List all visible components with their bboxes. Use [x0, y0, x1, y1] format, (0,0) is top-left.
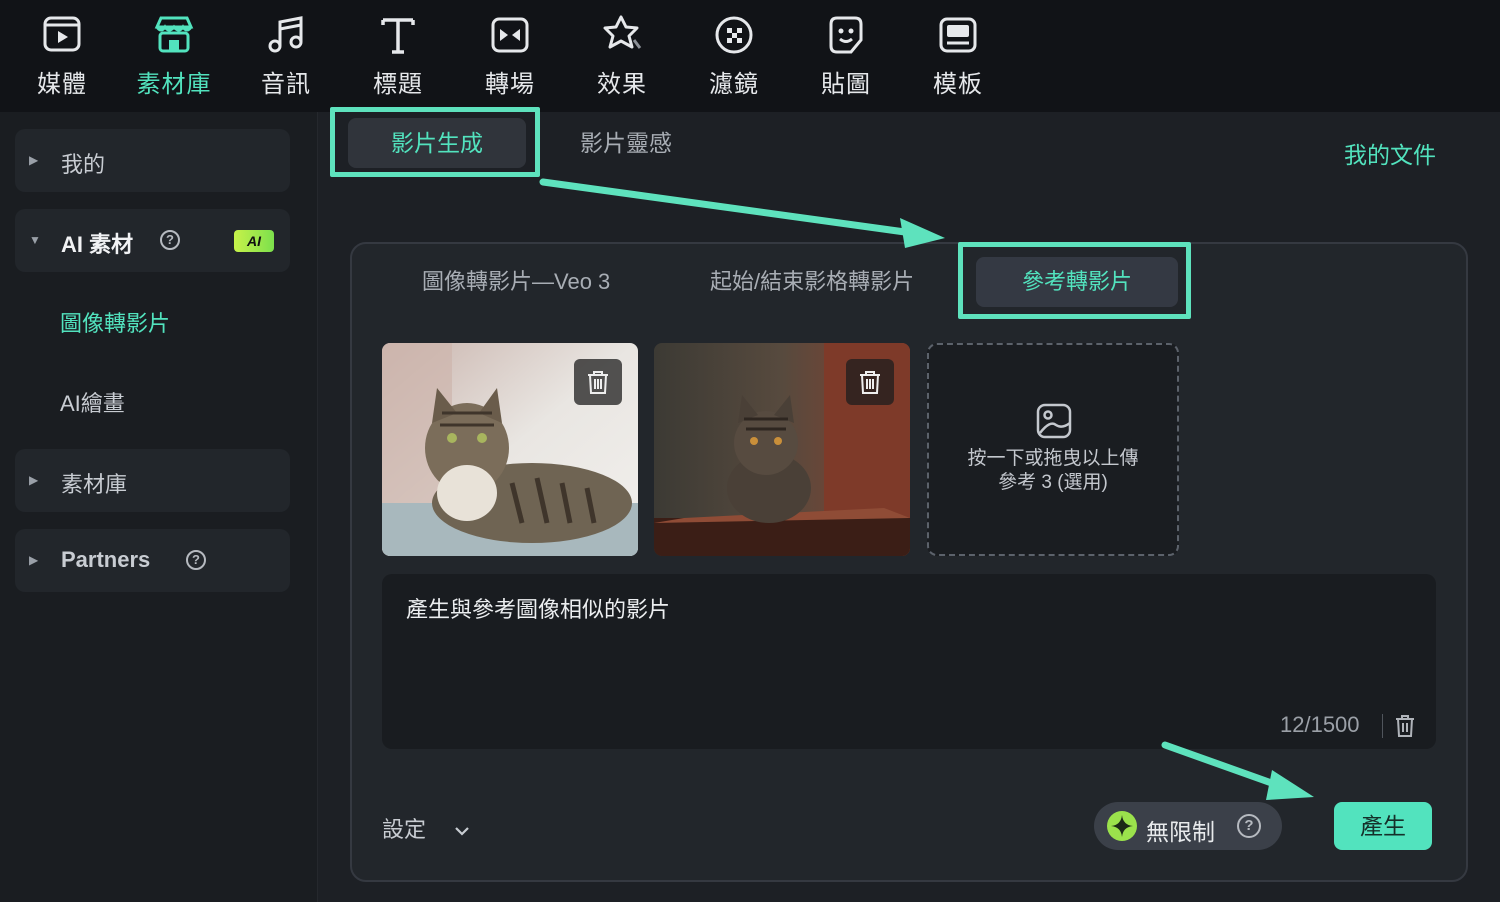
upload-optional-label: 參考 3 (選用) — [998, 472, 1108, 493]
toolbar-store-label: 素材庫 — [136, 71, 212, 98]
highlight-box-video-generation — [330, 107, 540, 177]
toolbar-title[interactable]: 標題 — [348, 12, 448, 102]
subtab-image-to-video-veo[interactable]: 圖像轉影片—Veo 3 — [422, 257, 610, 307]
toolbar-media[interactable]: 媒體 — [12, 12, 112, 102]
character-count: 12/1500 — [1280, 712, 1360, 737]
help-icon[interactable]: ? — [1237, 814, 1261, 838]
sidebar-item-mine-label: 我的 — [61, 152, 106, 177]
toolbar-sticker[interactable]: 貼圖 — [796, 12, 896, 102]
prompt-textarea[interactable]: 產生與參考圖像相似的影片 12/1500 — [382, 574, 1436, 749]
sparkle-icon — [1107, 811, 1137, 841]
my-documents-link[interactable]: 我的文件 — [1344, 136, 1436, 170]
sidebar-item-mine[interactable]: ▶ 我的 — [15, 129, 290, 192]
sidebar-item-ai-assets[interactable]: ▼ AI 素材 ? AI — [15, 209, 290, 272]
chevron-down-icon — [455, 827, 469, 836]
template-icon — [939, 17, 977, 53]
tab-video-inspiration[interactable]: 影片靈感 — [580, 118, 690, 168]
sidebar-item-image-to-video[interactable]: 圖像轉影片 — [60, 306, 170, 338]
store-icon — [154, 16, 194, 53]
effects-icon — [603, 15, 642, 49]
delete-reference-1-button[interactable] — [574, 359, 622, 405]
highlight-box-reference-to-video — [958, 242, 1191, 319]
reference-image-1[interactable] — [382, 343, 638, 556]
toolbar-transition-label: 轉場 — [485, 71, 535, 98]
sidebar-item-library[interactable]: ▶ 素材庫 — [15, 449, 290, 512]
toolbar-filter-label: 濾鏡 — [709, 71, 759, 98]
unlimited-label: 無限制 — [1146, 819, 1215, 845]
help-icon[interactable]: ? — [160, 230, 180, 250]
toolbar-template[interactable]: 模板 — [908, 12, 1008, 102]
prompt-text: 產生與參考圖像相似的影片 — [406, 597, 671, 622]
caret-right-icon: ▶ — [29, 473, 39, 487]
toolbar-template-label: 模板 — [933, 71, 983, 98]
trash-icon — [588, 371, 608, 394]
caret-down-icon: ▼ — [29, 233, 41, 247]
filter-icon — [715, 16, 753, 54]
toolbar-sticker-label: 貼圖 — [821, 71, 871, 98]
upload-reference-3[interactable]: 按一下或拖曳以上傳 參考 3 (選用) — [927, 343, 1179, 556]
title-icon — [381, 18, 415, 54]
sidebar-item-ai-painting[interactable]: AI繪畫 — [60, 386, 125, 418]
music-icon — [268, 16, 303, 53]
arrow-to-reference-tab — [539, 178, 909, 236]
sticker-icon — [829, 16, 863, 54]
caret-right-icon: ▶ — [29, 153, 39, 167]
sidebar-item-ai-assets-label: AI 素材 — [61, 232, 134, 257]
sidebar-item-partners[interactable]: ▶ Partners ? — [15, 529, 290, 592]
help-icon[interactable]: ? — [186, 550, 206, 570]
media-icon — [43, 16, 81, 52]
toolbar-media-label: 媒體 — [37, 71, 87, 98]
transition-icon — [491, 17, 529, 53]
reference-image-2[interactable] — [654, 343, 910, 556]
toolbar-title-label: 標題 — [373, 71, 423, 98]
toolbar-audio[interactable]: 音訊 — [236, 12, 336, 102]
sidebar-item-partners-label: Partners — [61, 547, 151, 572]
toolbar-effects-label: 效果 — [597, 71, 647, 98]
toolbar-effects[interactable]: 效果 — [572, 12, 672, 102]
generate-button[interactable]: 產生 — [1334, 802, 1432, 850]
toolbar-audio-label: 音訊 — [261, 71, 311, 98]
divider — [1382, 714, 1383, 738]
settings-label: 設定 — [382, 817, 427, 842]
toolbar-store[interactable]: 素材庫 — [124, 12, 224, 102]
settings-dropdown[interactable]: 設定 — [382, 812, 470, 844]
trash-icon — [860, 371, 880, 394]
upload-instruction: 按一下或拖曳以上傳 — [967, 448, 1139, 469]
ai-badge: AI — [234, 230, 274, 252]
image-upload-icon — [1036, 403, 1072, 439]
subtab-start-end-frame[interactable]: 起始/結束影格轉影片 — [710, 257, 914, 307]
top-toolbar: 媒體 素材庫 音訊 標題 轉場 效果 濾鏡 貼圖 模板 — [0, 0, 1500, 112]
toolbar-filter[interactable]: 濾鏡 — [684, 12, 784, 102]
clear-prompt-trash-icon[interactable] — [1394, 714, 1416, 738]
delete-reference-2-button[interactable] — [846, 359, 894, 405]
caret-right-icon: ▶ — [29, 553, 39, 567]
generation-panel — [350, 242, 1468, 882]
sidebar-item-library-label: 素材庫 — [61, 472, 128, 497]
unlimited-credits-pill[interactable]: 無限制 ? — [1094, 802, 1282, 850]
toolbar-transition[interactable]: 轉場 — [460, 12, 560, 102]
